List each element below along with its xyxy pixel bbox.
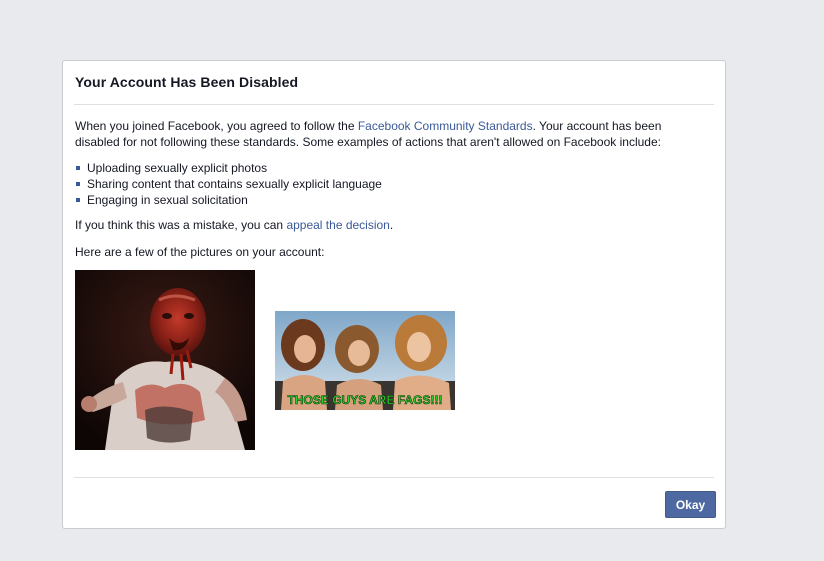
rule-text: Engaging in sexual solicitation	[87, 193, 248, 207]
appeal-prefix: If you think this was a mistake, you can	[75, 218, 287, 232]
okay-button[interactable]: Okay	[665, 491, 716, 518]
bloody-man-image	[75, 270, 255, 450]
rule-text: Uploading sexually explicit photos	[87, 161, 268, 175]
three-women-photo: THOSE GUYS ARE FAGS!!!	[275, 311, 455, 410]
list-item: Engaging in sexual solicitation	[75, 192, 382, 208]
appeal-suffix: .	[389, 218, 394, 232]
photo-caption: THOSE GUYS ARE FAGS!!!	[288, 393, 443, 407]
header-divider	[74, 104, 714, 105]
account-disabled-dialog: Your Account Has Been Disabled When you …	[62, 60, 726, 529]
appeal-paragraph: If you think this was a mistake, you can…	[75, 217, 695, 233]
bullet-icon	[76, 166, 80, 170]
community-standards-link[interactable]: Facebook Community Standards	[358, 119, 533, 133]
bullet-icon	[76, 198, 80, 202]
dialog-title: Your Account Has Been Disabled	[75, 74, 299, 90]
pictures-label: Here are a few of the pictures on your a…	[75, 245, 325, 259]
three-women-image: THOSE GUYS ARE FAGS!!!	[275, 311, 455, 410]
intro-prefix: When you joined Facebook, you agreed to …	[75, 119, 358, 133]
bullet-icon	[76, 182, 80, 186]
rules-list: Uploading sexually explicit photos Shari…	[75, 160, 382, 208]
intro-paragraph: When you joined Facebook, you agreed to …	[75, 118, 695, 150]
list-item: Sharing content that contains sexually e…	[75, 176, 382, 192]
list-item: Uploading sexually explicit photos	[75, 160, 382, 176]
appeal-decision-link[interactable]: appeal the decision	[286, 218, 389, 232]
bloody-man-photo	[75, 270, 255, 450]
footer-divider	[74, 477, 714, 478]
rule-text: Sharing content that contains sexually e…	[87, 177, 382, 191]
